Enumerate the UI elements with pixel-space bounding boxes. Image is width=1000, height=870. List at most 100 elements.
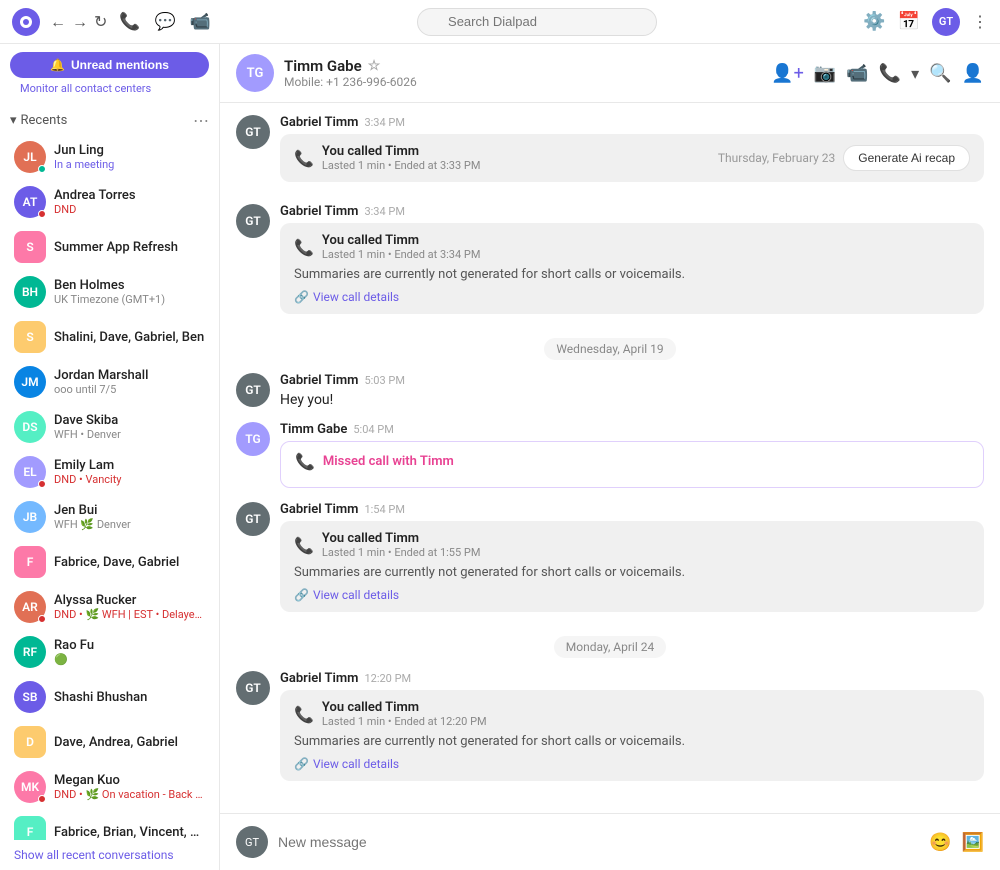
- message-time: 3:34 PM: [364, 116, 404, 129]
- chat-icon[interactable]: 💬: [155, 12, 176, 32]
- sidebar-item[interactable]: SShalini, Dave, Gabriel, Ben: [4, 315, 215, 359]
- attachment-icon[interactable]: 🖼️: [962, 832, 984, 853]
- sidebar-item-info: Jordan Marshallooo until 7/5: [54, 368, 205, 396]
- generate-ai-recap-button[interactable]: Generate Ai recap: [843, 145, 970, 171]
- message-time: 5:04 PM: [353, 423, 393, 436]
- sidebar-item[interactable]: F Fabrice, Brian, Vincent, Dan...: [4, 810, 215, 840]
- sidebar-item[interactable]: ELEmily LamDND • Vancity: [4, 450, 215, 494]
- sidebar-item-name: Rao Fu: [54, 638, 205, 653]
- call-card-summary: 📞 You called Timm Lasted 1 min • Ended a…: [280, 223, 984, 314]
- sidebar-top: 🔔 Unread mentions Monitor all contact ce…: [0, 44, 219, 103]
- sidebar-item[interactable]: JBJen BuiWFH 🌿 Denver: [4, 495, 215, 539]
- app-logo[interactable]: [12, 8, 40, 36]
- sidebar-item-name: Megan Kuo: [54, 773, 205, 788]
- sidebar-item[interactable]: SSummer App Refresh: [4, 225, 215, 269]
- call-subtitle: Lasted 1 min • Ended at 3:33 PM: [322, 159, 481, 172]
- sidebar-item-info: Megan KuoDND • 🌿 On vacation - Back Jul.…: [54, 773, 205, 801]
- sidebar-item-status: UK Timezone (GMT+1): [54, 293, 205, 306]
- sidebar-item[interactable]: MKMegan KuoDND • 🌿 On vacation - Back Ju…: [4, 765, 215, 809]
- sender-name: Gabriel Timm: [280, 204, 358, 219]
- sidebar-item[interactable]: JL Jun LingIn a meeting: [4, 135, 215, 179]
- sidebar-item[interactable]: RFRao Fu🟢: [4, 630, 215, 674]
- call-icon: 📞: [294, 536, 314, 555]
- contact-avatar: AR: [14, 591, 46, 623]
- video-icon[interactable]: 📹: [190, 12, 211, 32]
- user-avatar[interactable]: GT: [932, 8, 960, 36]
- sidebar-item-info: Ben HolmesUK Timezone (GMT+1): [54, 278, 205, 306]
- sender-name: Gabriel Timm: [280, 115, 358, 130]
- message-content: Gabriel Timm 3:34 PM 📞 You called Timm L…: [280, 115, 984, 190]
- search-icon[interactable]: 🔍: [929, 63, 951, 84]
- person-icon[interactable]: 👤: [962, 63, 984, 84]
- date-label: Wednesday, April 19: [544, 338, 675, 360]
- recents-header: ▾ Recents ⋯: [0, 103, 219, 134]
- message-content: Gabriel Timm 5:03 PM Hey you!: [280, 373, 984, 408]
- sidebar-item-name: Summer App Refresh: [54, 240, 205, 255]
- search-wrap: [417, 8, 657, 36]
- unread-mentions-button[interactable]: 🔔 Unread mentions: [10, 52, 209, 78]
- sidebar-item[interactable]: DS Dave SkibaWFH • Denver: [4, 405, 215, 449]
- sidebar-item[interactable]: ARAlyssa RuckerDND • 🌿 WFH | EST • Delay…: [4, 585, 215, 629]
- search-input[interactable]: [417, 8, 657, 36]
- add-user-icon[interactable]: 👤+: [771, 63, 804, 84]
- sidebar-item[interactable]: SBShashi Bhushan: [4, 675, 215, 719]
- phone-icon[interactable]: 📞: [119, 12, 140, 32]
- more-icon[interactable]: ⋮: [972, 12, 988, 31]
- external-link-icon: 🔗: [294, 757, 309, 771]
- sidebar-item-info: Fabrice, Dave, Gabriel: [54, 555, 205, 570]
- sidebar-item[interactable]: JMJordan Marshallooo until 7/5: [4, 360, 215, 404]
- sidebar-item-info: Fabrice, Brian, Vincent, Dan...: [54, 825, 205, 840]
- sidebar-item-name: Jun Ling: [54, 143, 205, 158]
- sidebar-item-name: Dave, Andrea, Gabriel: [54, 735, 205, 750]
- recents-more-icon[interactable]: ⋯: [193, 111, 209, 130]
- show-all-link[interactable]: Show all recent conversations: [0, 840, 219, 870]
- contact-avatar: DS: [14, 411, 46, 443]
- sidebar-item[interactable]: BHBen HolmesUK Timezone (GMT+1): [4, 270, 215, 314]
- main-layout: 🔔 Unread mentions Monitor all contact ce…: [0, 44, 1000, 870]
- sidebar-item-info: Shalini, Dave, Gabriel, Ben: [54, 330, 205, 345]
- contact-avatar: JL: [14, 141, 46, 173]
- back-icon[interactable]: ←: [50, 12, 66, 32]
- monitor-link[interactable]: Monitor all contact centers: [10, 78, 209, 99]
- date-label: Thursday, February 23: [718, 151, 835, 165]
- sidebar-item[interactable]: DDave, Andrea, Gabriel: [4, 720, 215, 764]
- sender-avatar: GT: [236, 502, 270, 536]
- sender-avatar: GT: [236, 373, 270, 407]
- nav-controls: ← → ↻: [50, 12, 107, 32]
- view-call-details-link[interactable]: 🔗 View call details: [294, 757, 970, 771]
- view-call-details-link[interactable]: 🔗 View call details: [294, 290, 970, 304]
- call-arrow-icon: 📞: [294, 238, 314, 257]
- phone-icon[interactable]: 📞: [879, 63, 901, 84]
- settings-icon[interactable]: ⚙️: [863, 11, 885, 32]
- sidebar-list: JL Jun LingIn a meeting ATAndrea TorresDND…: [0, 134, 219, 840]
- star-icon[interactable]: ☆: [368, 58, 381, 74]
- chat-input-area: GT 😊 🖼️: [220, 813, 1000, 870]
- call-summary-text: Summaries are currently not generated fo…: [294, 565, 970, 580]
- sidebar-item[interactable]: ATAndrea TorresDND: [4, 180, 215, 224]
- message-meta: Gabriel Timm 1:54 PM: [280, 502, 984, 517]
- sidebar-item-status: DND • 🌿 WFH | EST • Delayed Re...: [54, 608, 205, 621]
- missed-call-title: Missed call with Timm: [323, 454, 454, 469]
- chevron-down-icon[interactable]: ▾: [911, 64, 919, 83]
- call-summary-text: Summaries are currently not generated fo…: [294, 267, 970, 282]
- sidebar-item[interactable]: FFabrice, Dave, Gabriel: [4, 540, 215, 584]
- emoji-icon[interactable]: 😊: [929, 832, 951, 853]
- call-title: You called Timm: [322, 233, 481, 248]
- sidebar-item-name: Shashi Bhushan: [54, 690, 205, 705]
- chevron-down-icon: ▾: [10, 113, 17, 128]
- sidebar-item-info: Jun LingIn a meeting: [54, 143, 205, 171]
- contact-avatar: F: [14, 816, 46, 840]
- call-card-april19: 📞 You called Timm Lasted 1 min • Ended a…: [280, 521, 984, 612]
- calendar-icon[interactable]: 📅: [898, 11, 920, 32]
- sidebar-item-info: Dave SkibaWFH • Denver: [54, 413, 205, 441]
- video-icon[interactable]: 📹: [846, 63, 868, 84]
- sender-name: Timm Gabe: [280, 422, 347, 437]
- input-actions: 😊 🖼️: [929, 832, 984, 853]
- search-bar: [221, 8, 853, 36]
- message-input[interactable]: [278, 834, 919, 850]
- sidebar-item-status: DND: [54, 203, 205, 216]
- refresh-icon[interactable]: ↻: [94, 12, 107, 31]
- forward-icon[interactable]: →: [72, 12, 88, 32]
- video-call-icon[interactable]: 📷: [814, 63, 836, 84]
- view-call-details-link[interactable]: 🔗 View call details: [294, 588, 970, 602]
